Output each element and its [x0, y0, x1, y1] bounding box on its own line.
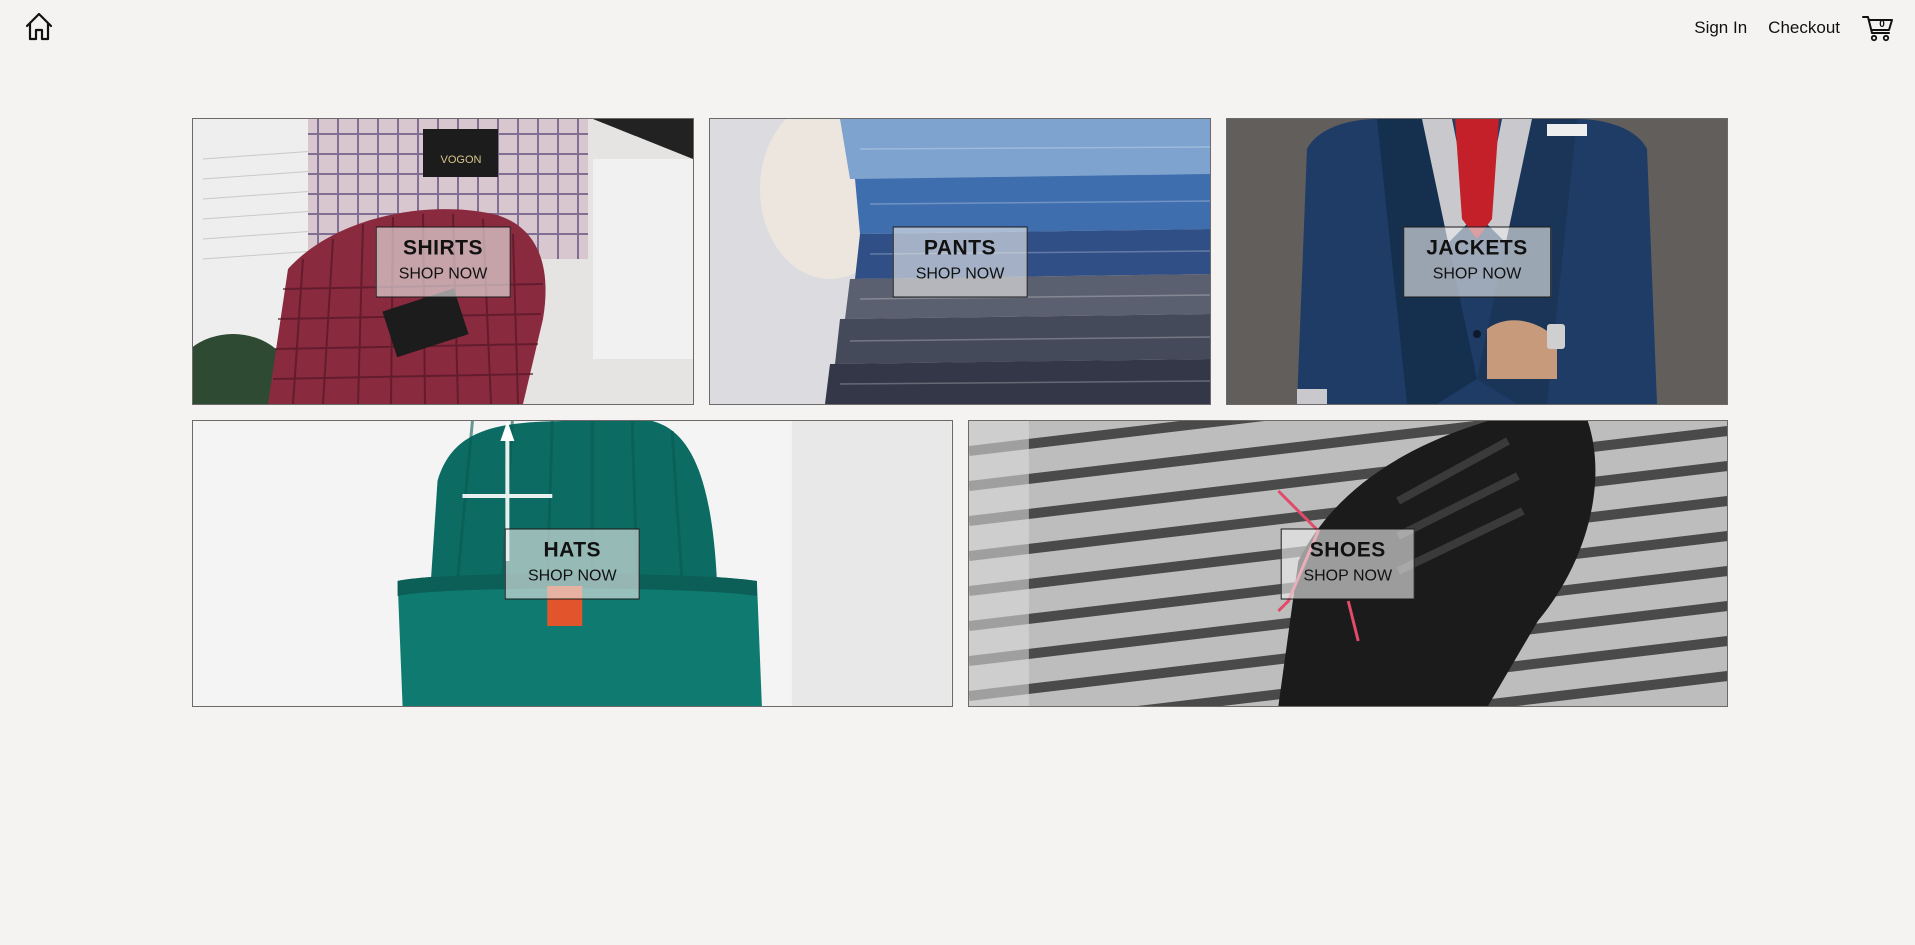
- category-title: JACKETS: [1426, 236, 1528, 259]
- category-tile-pants[interactable]: PANTS SHOP NOW: [709, 118, 1211, 405]
- category-label-pants: PANTS SHOP NOW: [892, 226, 1028, 297]
- shop-now-link[interactable]: SHOP NOW: [1303, 566, 1392, 586]
- category-tile-shirts[interactable]: VOGON SHIRTS SHOP NOW: [192, 118, 694, 405]
- home-icon: [25, 12, 53, 41]
- shop-now-link[interactable]: SHOP NOW: [399, 264, 488, 284]
- category-row-top: VOGON SHIRTS SHOP NOW PANTS SHOP NOW JAC…: [192, 118, 1728, 405]
- site-header: Sign In Checkout 0: [0, 0, 1915, 60]
- category-label-jackets: JACKETS SHOP NOW: [1403, 226, 1551, 297]
- category-label-hats: HATS SHOP NOW: [504, 528, 640, 599]
- category-label-shoes: SHOES SHOP NOW: [1280, 528, 1416, 599]
- sign-in-link[interactable]: Sign In: [1694, 18, 1747, 38]
- shirt-label-brand: VOGON: [441, 154, 482, 166]
- category-tile-hats[interactable]: HATS SHOP NOW: [192, 420, 953, 707]
- header-nav: Sign In Checkout 0: [1694, 10, 1895, 46]
- category-title: HATS: [543, 538, 602, 561]
- category-title: PANTS: [923, 236, 997, 259]
- category-title: SHOES: [1309, 538, 1386, 561]
- cart-button[interactable]: 0: [1861, 11, 1895, 45]
- cart-count: 0: [1879, 19, 1885, 30]
- shop-now-link[interactable]: SHOP NOW: [916, 264, 1005, 284]
- category-grid: VOGON SHIRTS SHOP NOW PANTS SHOP NOW JAC…: [192, 118, 1728, 722]
- category-tile-jackets[interactable]: JACKETS SHOP NOW: [1226, 118, 1728, 405]
- home-button[interactable]: [22, 10, 56, 44]
- category-tile-shoes[interactable]: SHOES SHOP NOW: [967, 420, 1728, 707]
- shop-now-link[interactable]: SHOP NOW: [1426, 264, 1528, 284]
- checkout-link[interactable]: Checkout: [1768, 18, 1840, 38]
- category-title: SHIRTS: [402, 236, 484, 259]
- category-label-shirts: SHIRTS SHOP NOW: [375, 226, 511, 297]
- category-row-bottom: HATS SHOP NOW SHOES SHOP NOW: [192, 420, 1728, 707]
- shop-now-link[interactable]: SHOP NOW: [528, 566, 617, 586]
